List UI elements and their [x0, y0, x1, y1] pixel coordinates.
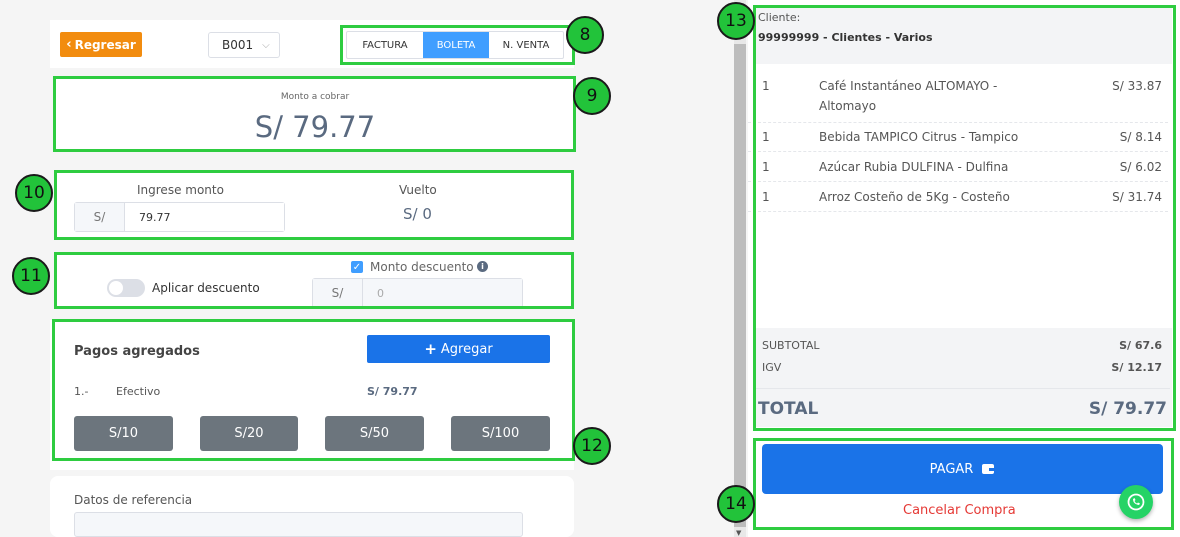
series-select[interactable]: B001 ⌵ — [208, 32, 280, 58]
annotation-box-10 — [54, 170, 574, 240]
annotation-box-14 — [753, 438, 1174, 530]
back-button[interactable]: ‹ Regresar — [60, 32, 142, 57]
annotation-badge-14: 14 — [717, 485, 755, 523]
whatsapp-icon[interactable] — [1119, 485, 1153, 519]
annotation-box-8 — [340, 25, 575, 65]
annotation-badge-12: 12 — [573, 427, 611, 465]
reference-input[interactable] — [74, 512, 523, 537]
chevron-left-icon: ‹ — [66, 37, 72, 52]
annotation-badge-8: 8 — [566, 16, 604, 54]
reference-label: Datos de referencia — [74, 493, 193, 507]
annotation-badge-10: 10 — [15, 174, 53, 212]
annotation-box-11 — [54, 252, 574, 309]
annotation-badge-11: 11 — [12, 257, 50, 295]
scrollbar-thumb[interactable] — [734, 44, 746, 527]
chevron-down-icon: ⌵ — [262, 39, 270, 51]
series-value: B001 — [222, 38, 254, 52]
annotation-box-13 — [753, 5, 1176, 431]
annotation-box-9 — [53, 76, 576, 152]
annotation-badge-13: 13 — [717, 2, 755, 40]
annotation-box-12 — [52, 319, 575, 461]
scroll-down-arrow-icon[interactable]: ▼ — [736, 529, 741, 537]
annotation-badge-9: 9 — [573, 77, 611, 115]
phone-icon — [1127, 493, 1145, 511]
